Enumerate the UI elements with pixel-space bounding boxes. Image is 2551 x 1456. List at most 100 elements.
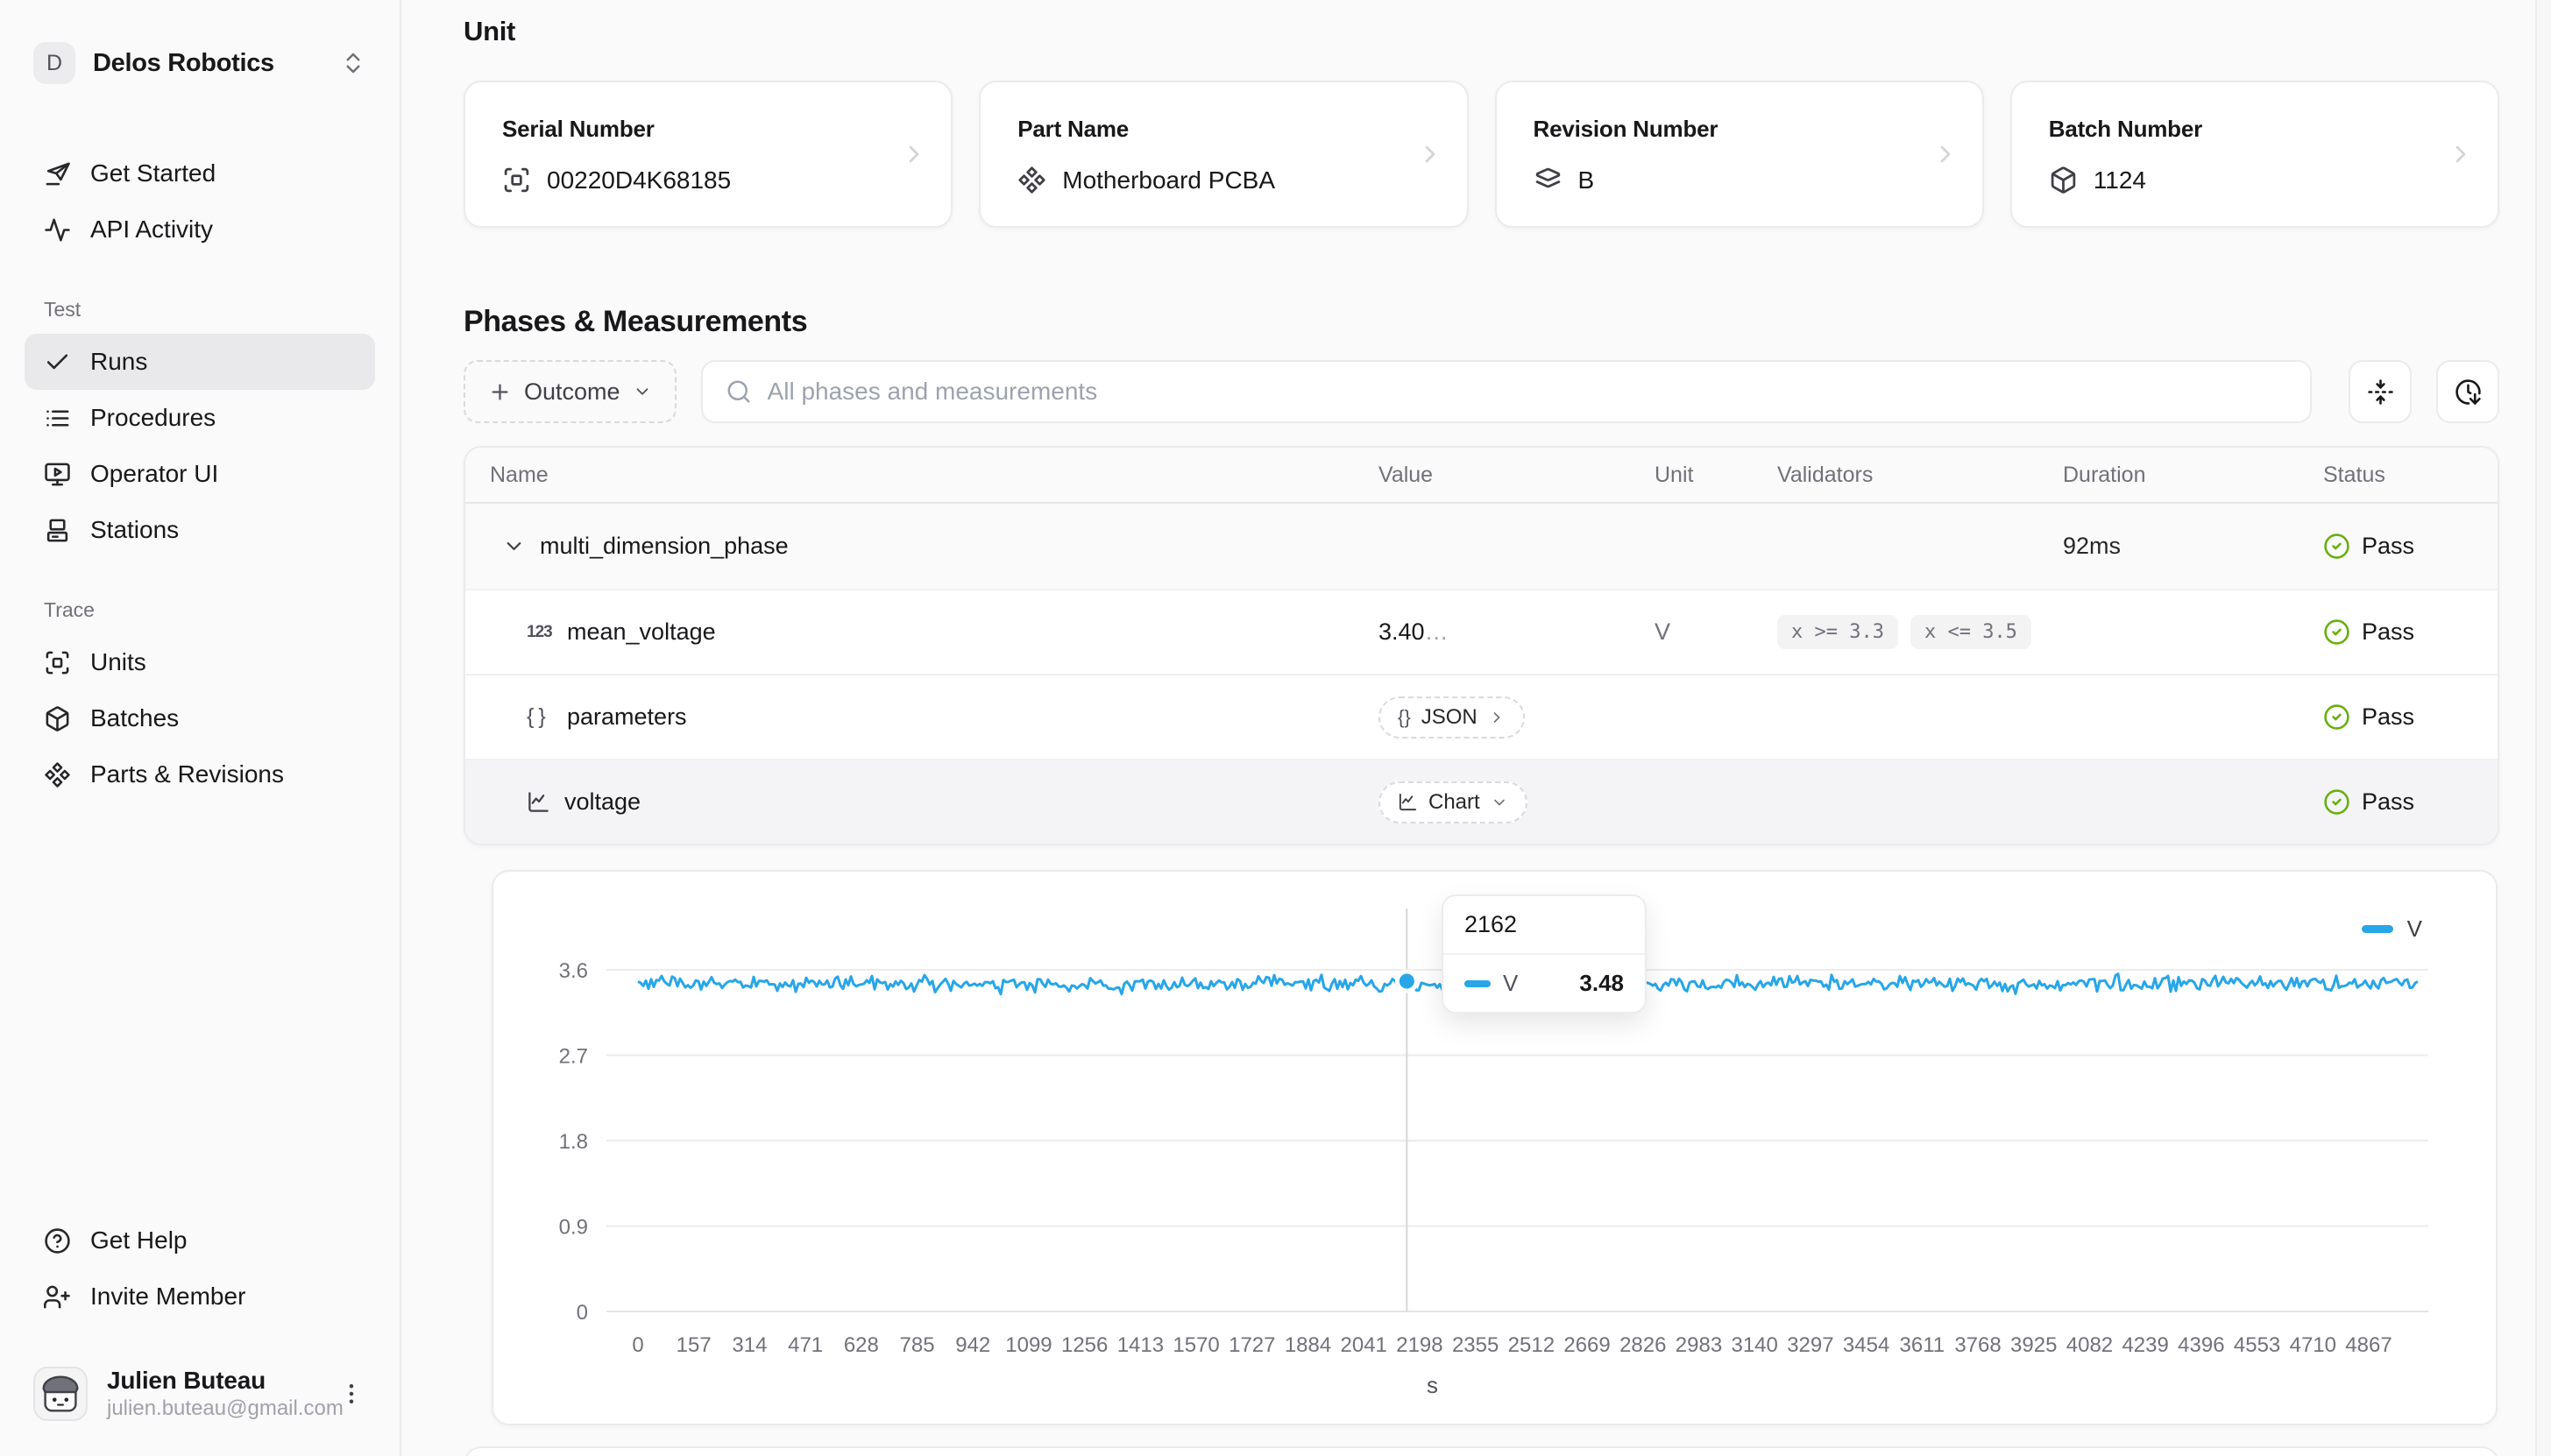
revision-number-card[interactable]: Revision Number B <box>1495 81 1984 228</box>
tooltip-series-name: V <box>1503 970 1567 997</box>
sidebar-item-label: Runs <box>90 348 147 376</box>
outcome-filter-button[interactable]: Outcome <box>464 360 677 423</box>
sidebar-item-operator-ui[interactable]: Operator UI <box>25 446 375 502</box>
table-row-mean-voltage[interactable]: 123 mean_voltage 3.40… V x >= 3.3 x <= 3… <box>465 589 2498 674</box>
org-name: Delos Robotics <box>93 49 322 78</box>
user-plus-icon <box>44 1283 71 1311</box>
legend-color-dash <box>2362 925 2393 933</box>
legend-label: V <box>2407 915 2422 943</box>
col-duration: Duration <box>2063 463 2323 488</box>
svg-text:3140: 3140 <box>1731 1333 1777 1357</box>
table-row-parameters[interactable]: { } parameters {} JSON Pass <box>465 674 2498 759</box>
numeric-measurement-icon: 123 <box>527 623 553 642</box>
box-icon <box>2049 166 2078 194</box>
svg-text:2355: 2355 <box>1452 1333 1499 1357</box>
json-value-chip[interactable]: {} JSON <box>1378 696 1525 739</box>
braces-icon: {} <box>1398 706 1411 729</box>
phase-duration: 92ms <box>2063 533 2323 560</box>
sidebar-item-label: Stations <box>90 516 179 544</box>
svg-text:4396: 4396 <box>2178 1333 2224 1357</box>
col-validators: Validators <box>1777 463 2063 488</box>
svg-text:3.6: 3.6 <box>559 959 588 983</box>
activity-icon <box>44 216 71 244</box>
chart-value-chip[interactable]: Chart <box>1378 781 1527 823</box>
sidebar-nav: Get Started API Activity Test Runs Proce… <box>25 145 375 802</box>
json-measurement-icon: { } <box>527 704 553 730</box>
chart-line-icon <box>527 790 550 814</box>
scan-icon <box>44 649 71 676</box>
chevron-right-icon <box>1416 140 1444 168</box>
svg-text:4082: 4082 <box>2066 1333 2113 1357</box>
sidebar-item-batches[interactable]: Batches <box>25 690 375 746</box>
user-avatar <box>33 1367 88 1421</box>
sidebar-item-get-help[interactable]: Get Help <box>25 1212 375 1269</box>
svg-text:4867: 4867 <box>2345 1333 2392 1357</box>
card-value: Motherboard PCBA <box>1062 166 1275 194</box>
svg-text:2198: 2198 <box>1396 1333 1442 1357</box>
history-button[interactable] <box>2436 360 2499 423</box>
search-bar[interactable] <box>701 360 2312 423</box>
svg-text:2826: 2826 <box>1619 1333 1666 1357</box>
fold-vertical-icon <box>2367 378 2394 406</box>
sidebar-section-trace: Trace <box>44 598 375 622</box>
table-row-phase[interactable]: multi_dimension_phase 92ms Pass <box>465 504 2498 589</box>
sidebar-item-invite-member[interactable]: Invite Member <box>25 1269 375 1325</box>
sidebar-item-units[interactable]: Units <box>25 634 375 690</box>
serial-number-card[interactable]: Serial Number 00220D4K68185 <box>464 81 953 228</box>
component-icon <box>44 761 71 788</box>
org-switcher[interactable]: D Delos Robotics <box>25 33 375 93</box>
sidebar-item-parts-revisions[interactable]: Parts & Revisions <box>25 746 375 802</box>
col-name: Name <box>465 463 1378 488</box>
box-icon <box>44 705 71 732</box>
chevron-down-icon <box>633 382 652 401</box>
chevron-right-icon <box>900 140 928 168</box>
sidebar-item-stations[interactable]: Stations <box>25 502 375 558</box>
layers-icon <box>1534 166 1562 194</box>
sidebar-item-runs[interactable]: Runs <box>25 334 375 390</box>
search-input[interactable] <box>768 378 2287 406</box>
table-row-voltage[interactable]: voltage Chart Pass <box>465 759 2498 844</box>
validators: x >= 3.3 x <= 3.5 <box>1777 615 2063 649</box>
status-badge: Pass <box>2323 788 2498 816</box>
clock-arrow-down-icon <box>2455 378 2482 406</box>
circle-check-icon <box>2323 703 2350 731</box>
chevrons-up-down-icon <box>340 50 366 76</box>
sidebar-item-api-activity[interactable]: API Activity <box>25 201 375 258</box>
sidebar-item-label: Batches <box>90 704 179 732</box>
svg-text:2512: 2512 <box>1508 1333 1555 1357</box>
measurement-name: voltage <box>564 788 641 816</box>
svg-text:0.9: 0.9 <box>559 1216 588 1240</box>
card-value: 1124 <box>2094 166 2146 194</box>
chevron-right-icon <box>1488 709 1506 726</box>
sidebar-section-test: Test <box>44 298 375 322</box>
svg-text:1256: 1256 <box>1061 1333 1108 1357</box>
circle-check-icon <box>2323 618 2350 646</box>
main-content: Unit Serial Number 00220D4K68185 Part Na… <box>401 0 2535 1456</box>
svg-text:1884: 1884 <box>1285 1333 1331 1357</box>
col-unit: Unit <box>1655 463 1777 488</box>
svg-text:3925: 3925 <box>2010 1333 2057 1357</box>
sidebar-item-label: Operator UI <box>90 460 218 488</box>
svg-text:3454: 3454 <box>1843 1333 1889 1357</box>
collapse-all-button[interactable] <box>2349 360 2412 423</box>
voltage-chart[interactable]: 3.62.71.80.90015731447162878594210991256… <box>492 870 2498 1425</box>
sidebar-footer: Get Help Invite Member Julien <box>25 1212 375 1430</box>
sidebar-item-get-started[interactable]: Get Started <box>25 145 375 201</box>
measurement-value: 3.40… <box>1378 618 1655 646</box>
user-menu[interactable]: Julien Buteau julien.buteau@gmail.com <box>25 1358 375 1430</box>
chevron-down-icon[interactable] <box>502 534 526 558</box>
user-menu-kebab-icon[interactable] <box>337 1379 366 1409</box>
col-status: Status <box>2323 463 2498 488</box>
circle-check-icon <box>2323 533 2350 560</box>
status-badge: Pass <box>2323 533 2498 560</box>
scrollbar-gutter[interactable] <box>2535 0 2551 1456</box>
part-name-card[interactable]: Part Name Motherboard PCBA <box>979 81 1468 228</box>
batch-number-card[interactable]: Batch Number 1124 <box>2010 81 2499 228</box>
svg-text:4553: 4553 <box>2234 1333 2280 1357</box>
svg-text:3297: 3297 <box>1787 1333 1833 1357</box>
sidebar-item-procedures[interactable]: Procedures <box>25 390 375 446</box>
status-badge: Pass <box>2323 618 2498 646</box>
svg-text:1727: 1727 <box>1229 1333 1275 1357</box>
svg-text:785: 785 <box>900 1333 935 1357</box>
card-label: Batch Number <box>2049 116 2461 143</box>
